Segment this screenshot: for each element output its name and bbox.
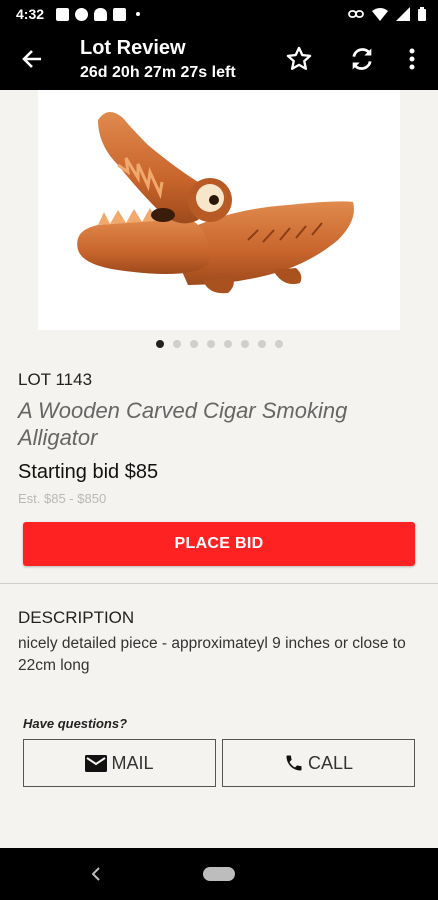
phone-icon — [286, 755, 302, 771]
more-notifications-dot — [136, 12, 141, 16]
divider — [0, 583, 438, 584]
back-button[interactable] — [14, 43, 50, 75]
chevron-left-icon — [92, 867, 100, 881]
call-button[interactable]: CALL — [222, 739, 415, 787]
pager-dot[interactable] — [240, 340, 249, 348]
description-body: nicely detailed piece - approximateyl 9 … — [18, 635, 406, 674]
status-icons-right — [348, 7, 426, 21]
estimate: Est. $85 - $850 — [18, 491, 107, 506]
play-icon — [75, 7, 89, 21]
description-heading: DESCRIPTION — [18, 608, 135, 627]
wifi-icon — [372, 7, 388, 21]
star-icon — [286, 46, 312, 70]
pager-dot[interactable] — [257, 340, 266, 348]
title-block: Lot Review 26d 20h 27m 27s left — [80, 36, 236, 84]
lot-number: LOT 1143 — [18, 370, 93, 389]
app-bar: Lot Review 26d 20h 27m 27s left — [0, 28, 438, 90]
pager-dot[interactable] — [223, 340, 232, 348]
notification-icon — [113, 7, 127, 21]
more-vert-icon — [409, 48, 415, 70]
have-questions-label: Have questions? — [23, 716, 128, 731]
nav-back-button[interactable] — [86, 862, 106, 886]
status-bar: 4:32 — [0, 0, 438, 28]
place-bid-button[interactable]: PLACE BID — [23, 522, 415, 566]
android-icon — [94, 7, 108, 21]
more-options-button[interactable] — [397, 43, 427, 75]
mail-label: MAIL — [111, 752, 154, 773]
arrow-back-icon — [22, 50, 41, 68]
refresh-button[interactable] — [346, 43, 378, 75]
countdown-timer: 26d 20h 27m 27s left — [80, 64, 236, 81]
pager-dot[interactable] — [189, 340, 198, 348]
mail-button[interactable]: MAIL — [23, 739, 216, 787]
alligator-image — [77, 111, 354, 294]
pager-dot[interactable] — [155, 340, 164, 348]
lot-detail-content: LOT 1143 A Wooden Carved Cigar Smoking A… — [0, 90, 438, 848]
battery-icon — [418, 7, 426, 21]
favorite-button[interactable] — [283, 43, 315, 75]
signal-icon — [396, 7, 410, 21]
status-time: 4:32 — [16, 6, 45, 22]
system-nav-bar — [0, 848, 438, 900]
status-icons-left — [56, 7, 141, 21]
call-label: CALL — [307, 752, 354, 773]
nav-home-pill[interactable] — [203, 867, 235, 881]
link-icon — [348, 10, 364, 18]
pager-dot[interactable] — [172, 340, 181, 348]
notification-icon — [56, 7, 70, 21]
mail-icon — [85, 754, 108, 772]
pager-dot[interactable] — [206, 340, 215, 348]
starting-bid: Starting bid $85 — [18, 461, 159, 483]
lot-title: A Wooden Carved Cigar Smoking Alligator — [18, 398, 348, 450]
lot-image[interactable] — [38, 90, 400, 330]
page-title: Lot Review — [80, 37, 186, 59]
refresh-icon — [352, 48, 372, 70]
pager-dot[interactable] — [274, 340, 283, 348]
gallery-pager[interactable] — [0, 340, 438, 348]
